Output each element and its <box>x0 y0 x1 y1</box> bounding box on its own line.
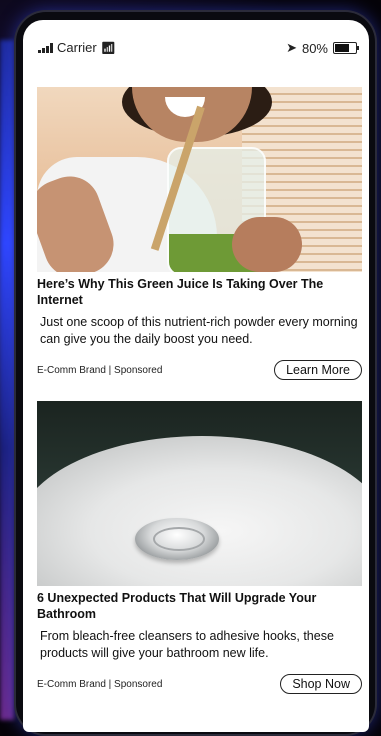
flush-button-shape <box>135 518 219 560</box>
ad-meta: E-Comm Brand | Sponsored Learn More <box>37 360 362 380</box>
location-arrow-icon: ➤ <box>286 40 297 55</box>
ad-description: Just one scoop of this nutrient-rich pow… <box>40 315 358 346</box>
carrier-label: Carrier <box>57 40 97 55</box>
battery-percent: 80% <box>301 40 328 56</box>
battery-fill <box>335 44 350 52</box>
background-glow <box>0 40 14 720</box>
signal-bars-icon <box>38 42 53 53</box>
ad-image-bathroom[interactable] <box>37 401 362 586</box>
wifi-icon: 📶︎ <box>100 40 116 55</box>
toilet-tank-shape <box>37 436 362 586</box>
ad-title[interactable]: 6 Unexpected Products That Will Upgrade … <box>37 590 362 622</box>
phone-screen: Carrier 📶︎ ➤ 80% Here’s Why This Green J… <box>23 20 369 732</box>
learn-more-button[interactable]: Learn More <box>274 360 362 380</box>
hand-shape <box>232 217 302 272</box>
ad-description: From bleach-free cleansers to adhesive h… <box>40 629 334 660</box>
ad-image-green-juice[interactable] <box>37 87 362 272</box>
ad-title[interactable]: Here’s Why This Green Juice Is Taking Ov… <box>37 276 362 308</box>
ad-meta: E-Comm Brand | Sponsored Shop Now <box>37 674 362 694</box>
ad-card-2[interactable]: 6 Unexpected Products That Will Upgrade … <box>37 401 362 694</box>
ad-source: E-Comm Brand | Sponsored <box>37 364 163 376</box>
ad-source: E-Comm Brand | Sponsored <box>37 678 163 690</box>
shop-now-button[interactable]: Shop Now <box>280 674 362 694</box>
carrier-indicator: Carrier 📶︎ <box>38 40 116 55</box>
status-right: ➤ 80% <box>286 40 359 56</box>
battery-icon <box>333 42 359 54</box>
ad-card-1[interactable]: Here’s Why This Green Juice Is Taking Ov… <box>37 87 362 380</box>
status-bar: Carrier 📶︎ ➤ 80% <box>23 20 369 72</box>
